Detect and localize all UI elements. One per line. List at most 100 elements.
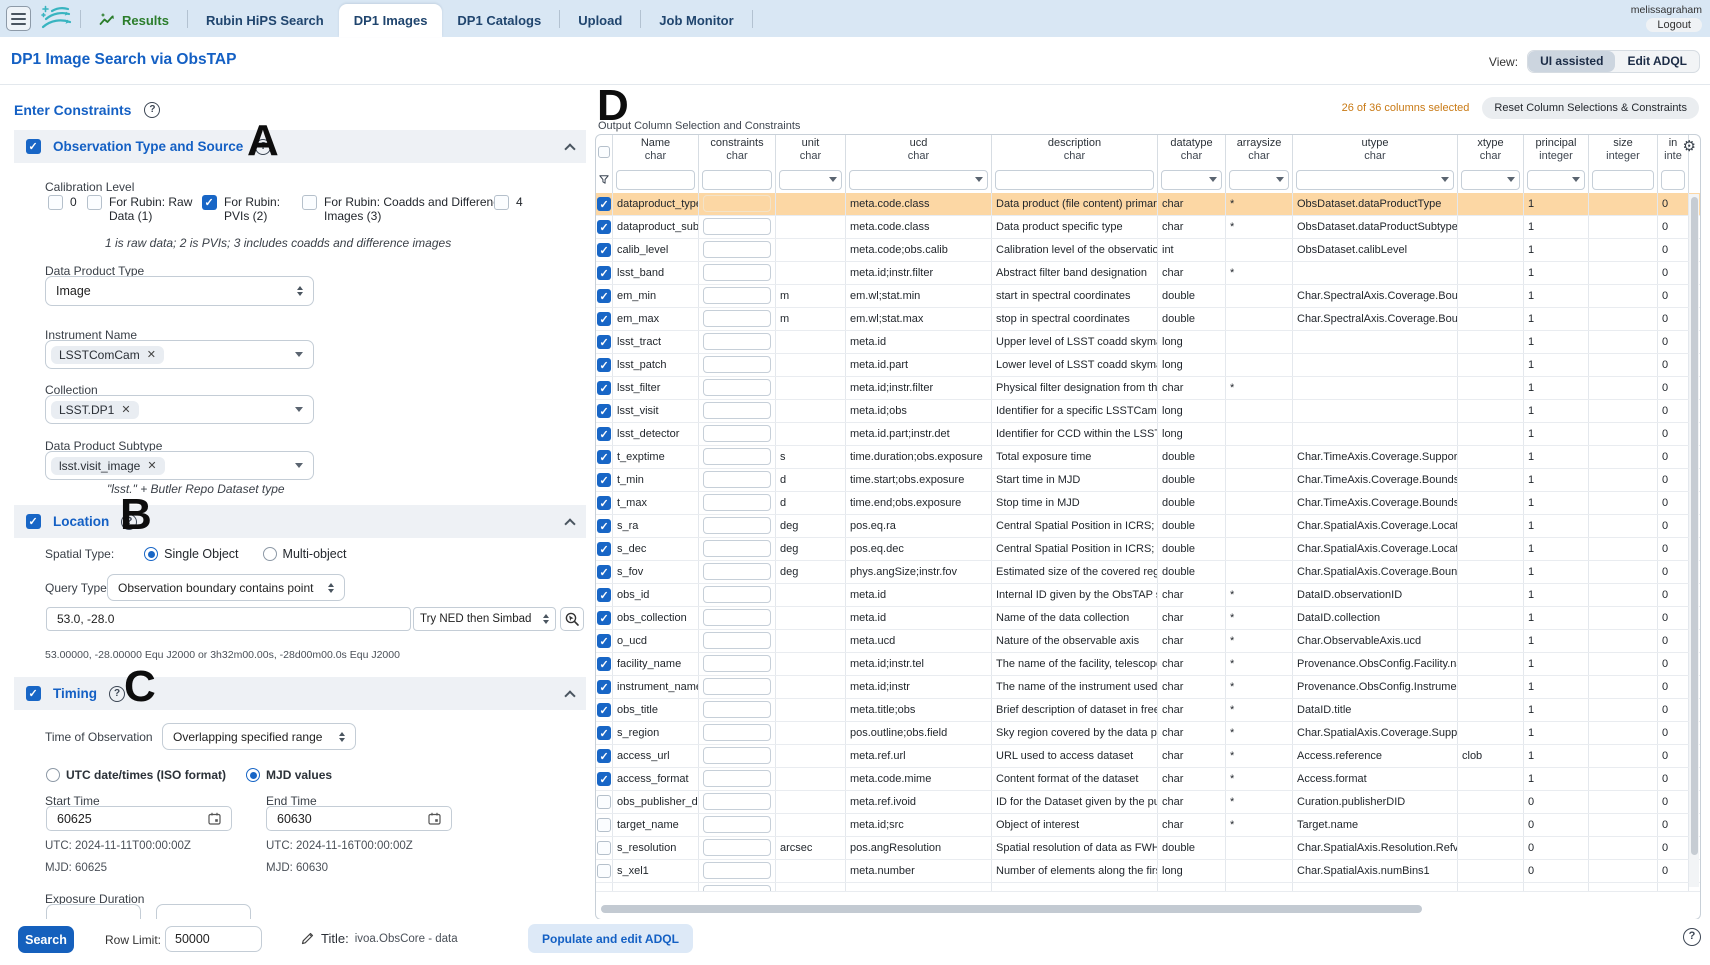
reset-columns-button[interactable]: Reset Column Selections & Constraints — [1482, 97, 1699, 119]
section-location[interactable]: Location ? — [14, 505, 586, 538]
row-checkbox[interactable] — [597, 795, 611, 809]
section-observation-collapse-icon[interactable] — [564, 143, 575, 154]
resolver-select[interactable]: Try NED then Simbad — [413, 607, 556, 631]
spinner-icon[interactable] — [339, 732, 345, 742]
constraint-input[interactable] — [703, 632, 771, 649]
tab-rubin-hips-search[interactable]: Rubin HiPS Search — [191, 4, 339, 37]
constraint-input[interactable] — [703, 264, 771, 281]
row-checkbox[interactable] — [597, 243, 611, 257]
constraint-input[interactable] — [703, 471, 771, 488]
constraint-input[interactable] — [703, 770, 771, 787]
tab-job-monitor[interactable]: Job Monitor — [644, 4, 748, 37]
constraint-input[interactable] — [703, 862, 771, 879]
tab-dp1-catalogs[interactable]: DP1 Catalogs — [442, 4, 556, 37]
time-of-observation-select[interactable]: Overlapping specified range — [162, 723, 356, 750]
table-row-s_region[interactable]: s_regionpos.outline;obs.fieldSky region … — [596, 722, 1700, 745]
table-row-dataproduct_type[interactable]: dataproduct_typemeta.code.classData prod… — [596, 193, 1700, 216]
section-location-checkbox[interactable] — [26, 514, 41, 529]
table-row-target_name[interactable]: target_namemeta.id;srcObject of interest… — [596, 814, 1700, 837]
filter-input-arraysize[interactable] — [1229, 170, 1289, 190]
tab-dp1-images[interactable]: DP1 Images — [339, 4, 443, 37]
constraint-input[interactable] — [703, 218, 771, 235]
constraint-input[interactable] — [703, 678, 771, 695]
row-checkbox[interactable] — [597, 335, 611, 349]
filter-input-size[interactable] — [1592, 170, 1654, 190]
row-checkbox[interactable] — [597, 197, 611, 211]
exposure-max-input[interactable] — [156, 904, 251, 919]
spinner-icon[interactable] — [328, 583, 334, 593]
populate-adql-button[interactable]: Populate and edit ADQL — [528, 924, 693, 953]
data-product-type-select[interactable]: Image — [45, 276, 314, 306]
tab-results[interactable]: Results — [84, 4, 184, 37]
filter-input-constraints[interactable] — [702, 170, 772, 190]
calibration-option-for-rubin-raw-data-1[interactable]: For Rubin: Raw Data (1) — [87, 195, 209, 223]
row-checkbox[interactable] — [597, 864, 611, 878]
select-all-checkbox[interactable] — [598, 146, 610, 158]
table-row-lsst_visit[interactable]: lsst_visitmeta.id;obsIdentifier for a sp… — [596, 400, 1700, 423]
horizontal-scrollbar-thumb[interactable] — [601, 905, 1422, 913]
row-checkbox[interactable] — [597, 818, 611, 832]
header-principal[interactable]: principalinteger — [1524, 135, 1589, 166]
row-checkbox[interactable] — [597, 588, 611, 602]
row-checkbox[interactable] — [597, 634, 611, 648]
chip-remove-icon[interactable]: ✕ — [147, 348, 156, 361]
section-timing[interactable]: Timing ? — [14, 677, 586, 710]
chip-remove-icon[interactable]: ✕ — [147, 459, 156, 472]
calibration-option-for-rubin-pvis-2[interactable]: For Rubin: PVIs (2) — [202, 195, 304, 223]
table-row-em_min[interactable]: em_minmem.wl;stat.minstart in spectral c… — [596, 285, 1700, 308]
collection-select[interactable]: LSST.DP1✕ — [45, 395, 314, 424]
chevron-down-icon[interactable] — [295, 352, 303, 357]
end-time-input[interactable]: 60630 — [266, 806, 452, 831]
search-button[interactable]: Search — [18, 926, 74, 953]
table-row-o_ucd[interactable]: o_ucdmeta.ucdNature of the observable ax… — [596, 630, 1700, 653]
logout-button[interactable]: Logout — [1646, 18, 1702, 32]
table-row-access_format[interactable]: access_formatmeta.code.mimeContent forma… — [596, 768, 1700, 791]
section-timing-checkbox[interactable] — [26, 686, 41, 701]
section-timing-help-icon[interactable]: ? — [109, 686, 125, 702]
header-arraysize[interactable]: arraysizechar — [1226, 135, 1293, 166]
constraint-input[interactable] — [703, 517, 771, 534]
table-row-lsst_band[interactable]: lsst_bandmeta.id;instr.filterAbstract fi… — [596, 262, 1700, 285]
position-input[interactable]: 53.0, -28.0 — [46, 607, 411, 631]
row-checkbox[interactable] — [597, 450, 611, 464]
constraint-input[interactable] — [703, 609, 771, 626]
row-checkbox[interactable] — [597, 473, 611, 487]
vertical-scrollbar-thumb[interactable] — [1691, 197, 1698, 855]
spinner-icon[interactable] — [543, 614, 549, 624]
filter-input-xtype[interactable] — [1461, 170, 1520, 190]
constraint-input[interactable] — [703, 701, 771, 718]
query-type-select[interactable]: Observation boundary contains point — [107, 574, 345, 601]
section-timing-collapse-icon[interactable] — [564, 690, 575, 701]
table-row-em_max[interactable]: em_maxmem.wl;stat.maxstop in spectral co… — [596, 308, 1700, 331]
start-time-input[interactable]: 60625 — [46, 806, 232, 831]
row-checkbox[interactable] — [597, 358, 611, 372]
constraint-input[interactable] — [703, 356, 771, 373]
row-checkbox[interactable] — [597, 749, 611, 763]
row-checkbox[interactable] — [597, 220, 611, 234]
header-utype[interactable]: utypechar — [1293, 135, 1458, 166]
constraint-input[interactable] — [703, 586, 771, 603]
table-row-obs_collection[interactable]: obs_collectionmeta.idName of the data co… — [596, 607, 1700, 630]
table-row-access_url[interactable]: access_urlmeta.ref.urlURL used to access… — [596, 745, 1700, 768]
constraint-input[interactable] — [703, 494, 771, 511]
tab-upload[interactable]: Upload — [563, 4, 637, 37]
chevron-down-icon[interactable] — [295, 463, 303, 468]
table-row-s_xel1[interactable]: s_xel1meta.numberNumber of elements alon… — [596, 860, 1700, 883]
filter-input-in[interactable] — [1661, 170, 1685, 190]
constraint-input[interactable] — [703, 425, 771, 442]
radio-utc-format[interactable] — [46, 768, 60, 782]
table-row-s_ra[interactable]: s_radegpos.eq.raCentral Spatial Position… — [596, 515, 1700, 538]
row-checkbox[interactable] — [597, 519, 611, 533]
header-ucd[interactable]: ucdchar — [846, 135, 992, 166]
row-checkbox[interactable] — [597, 381, 611, 395]
constraint-input[interactable] — [703, 448, 771, 465]
filter-funnel-icon[interactable] — [599, 174, 609, 185]
table-row-lsst_tract[interactable]: lsst_tractmeta.idUpper level of LSST coa… — [596, 331, 1700, 354]
vertical-scrollbar[interactable] — [1689, 194, 1699, 887]
row-checkbox[interactable] — [597, 726, 611, 740]
constraint-input[interactable] — [703, 839, 771, 856]
row-checkbox[interactable] — [597, 496, 611, 510]
table-row-obs_title[interactable]: obs_titlemeta.title;obsBrief description… — [596, 699, 1700, 722]
filter-input-description[interactable] — [995, 170, 1154, 190]
row-limit-input[interactable] — [165, 926, 262, 952]
